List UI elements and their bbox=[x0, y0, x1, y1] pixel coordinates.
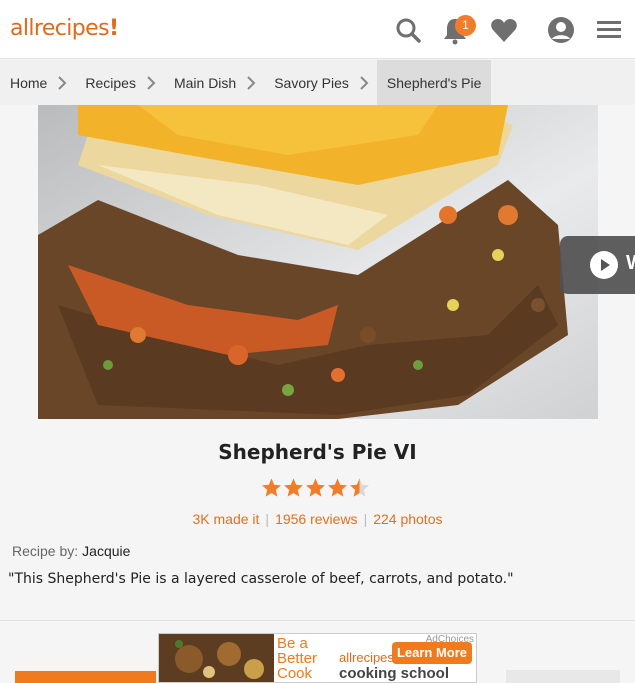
menu-icon[interactable] bbox=[594, 15, 624, 45]
star-icon bbox=[306, 478, 325, 497]
star-icon bbox=[284, 478, 303, 497]
recipe-stats: 3K made it | 1956 reviews | 224 photos bbox=[0, 511, 635, 527]
chevron-right-icon bbox=[146, 60, 164, 105]
divider: | bbox=[265, 511, 270, 527]
ad-learn-more-button[interactable]: Learn More bbox=[392, 642, 472, 664]
star-icon bbox=[262, 478, 281, 497]
chevron-right-icon bbox=[57, 60, 75, 105]
made-it-link[interactable]: 3K made it bbox=[192, 511, 259, 527]
chevron-right-icon bbox=[359, 60, 377, 105]
breadcrumb-shepherds-pie[interactable]: Shepherd's Pie bbox=[376, 60, 492, 105]
author-link[interactable]: Jacquie bbox=[82, 543, 130, 559]
breadcrumb-main-dish[interactable]: Main Dish bbox=[164, 60, 246, 105]
rating-stars[interactable] bbox=[261, 477, 370, 498]
breadcrumb-savory-pies[interactable]: Savory Pies bbox=[264, 60, 359, 105]
star-icon bbox=[328, 478, 347, 497]
ad-cooking-school: cooking school bbox=[339, 665, 450, 682]
star-half-icon bbox=[350, 478, 369, 497]
breadcrumb-recipes[interactable]: Recipes bbox=[75, 60, 146, 105]
breadcrumb: Home Recipes Main Dish Savory Pies Sheph… bbox=[0, 60, 635, 105]
site-header: allrecipes! 1 bbox=[0, 0, 635, 59]
ad-tagline: Be a Better Cook bbox=[277, 635, 318, 682]
divider: | bbox=[363, 511, 368, 527]
recipe-description: "This Shepherd's Pie is a layered casser… bbox=[8, 571, 514, 587]
advertisement-banner[interactable]: Be a Better Cook allrecipes! cooking schoo… bbox=[158, 633, 477, 683]
bottom-tab-active[interactable] bbox=[15, 671, 156, 683]
recipe-by-label: Recipe by: bbox=[12, 543, 79, 559]
video-button[interactable]: W bbox=[560, 236, 635, 294]
play-icon bbox=[590, 251, 618, 279]
photos-link[interactable]: 224 photos bbox=[373, 511, 442, 527]
video-button-label: W bbox=[626, 252, 635, 275]
ad-choices-label[interactable]: AdChoices bbox=[426, 634, 474, 645]
reviews-link[interactable]: 1956 reviews bbox=[275, 511, 358, 527]
notification-badge: 1 bbox=[455, 15, 476, 36]
bottom-tab[interactable] bbox=[506, 670, 620, 683]
allrecipes-logo[interactable]: allrecipes! bbox=[10, 16, 119, 41]
heart-icon[interactable] bbox=[489, 15, 519, 45]
recipe-byline: Recipe by: Jacquie bbox=[12, 543, 130, 559]
chevron-right-icon bbox=[246, 60, 264, 105]
user-icon[interactable] bbox=[546, 15, 576, 45]
recipe-title: Shepherd's Pie VI bbox=[218, 440, 417, 464]
ad-brand: allrecipes! bbox=[339, 650, 398, 665]
search-icon[interactable] bbox=[393, 15, 423, 45]
ad-food-image bbox=[159, 634, 274, 682]
section-divider bbox=[0, 620, 635, 621]
recipe-photo[interactable] bbox=[38, 105, 598, 419]
breadcrumb-home[interactable]: Home bbox=[0, 60, 57, 105]
